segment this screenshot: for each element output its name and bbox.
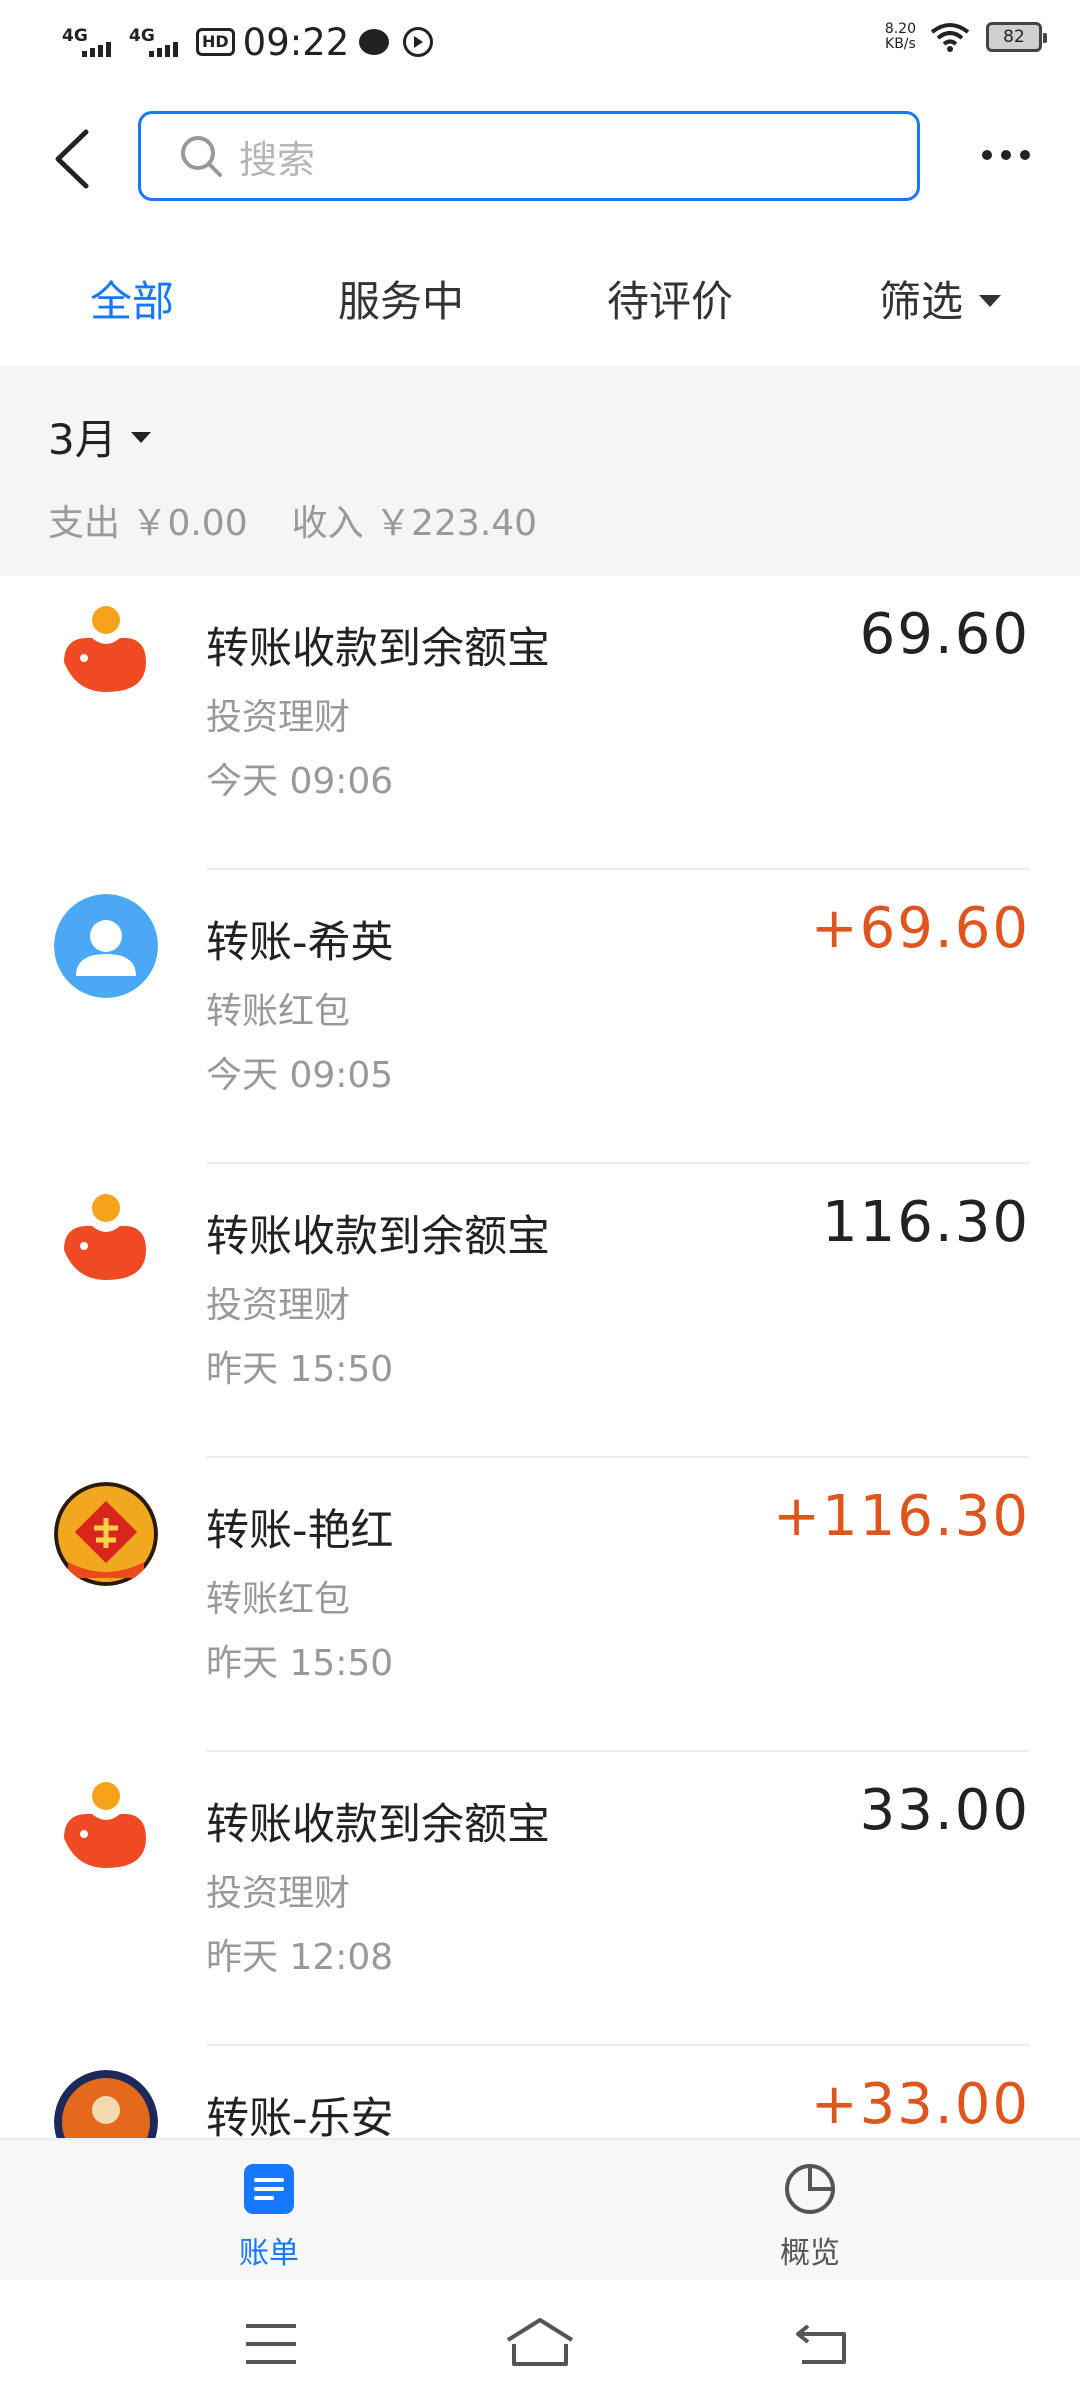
top-bar: 搜索 — [0, 84, 1080, 234]
wifi-icon — [930, 23, 970, 52]
month-label: 3月 — [48, 415, 117, 464]
message-icon — [359, 29, 390, 55]
transaction-category: 转账红包 — [206, 1579, 351, 1620]
tab-all[interactable]: 全部 — [90, 268, 174, 329]
yuebao-logo-icon — [54, 600, 158, 704]
nav-bill-label: 账单 — [239, 2236, 299, 2271]
signal-indicator-1: 4G — [62, 27, 111, 57]
transaction-amount: +116.30 — [773, 1484, 1030, 1549]
transaction-amount: 69.60 — [859, 602, 1030, 667]
system-navigation-bar — [0, 2280, 1080, 2408]
month-totals: 支出 ￥0.00 收入 ￥223.40 — [48, 494, 581, 546]
transaction-category: 投资理财 — [206, 1285, 351, 1326]
yuebao-logo-icon — [54, 1776, 158, 1880]
tab-filter[interactable]: 筛选 — [879, 268, 1002, 329]
filter-label: 筛选 — [879, 277, 964, 326]
list-item[interactable]: 转账-乐安 +33.00 — [0, 2046, 1080, 2138]
transaction-time: 昨天 15:50 — [206, 1349, 394, 1390]
bottom-navigation: 账单 概览 — [0, 2138, 1080, 2280]
pie-chart-icon — [785, 2164, 835, 2214]
back-nav-icon[interactable] — [794, 2322, 850, 2366]
battery-indicator: 82 — [986, 22, 1047, 52]
search-icon — [181, 136, 222, 177]
signal-indicator-2: 4G — [129, 27, 178, 57]
transaction-title: 转账-希英 — [206, 918, 394, 968]
transaction-time: 昨天 12:08 — [206, 1937, 394, 1978]
list-item[interactable]: 转账-艳红 转账红包 昨天 15:50 +116.30 — [0, 1458, 1080, 1752]
nav-bill[interactable]: 账单 — [209, 2162, 329, 2272]
transaction-time: 昨天 15:50 — [206, 1643, 394, 1684]
default-user-avatar — [54, 894, 158, 998]
list-item[interactable]: 转账收款到余额宝 投资理财 昨天 15:50 116.30 — [0, 1164, 1080, 1458]
transaction-category: 投资理财 — [206, 1873, 351, 1914]
yuebao-logo-icon — [54, 1188, 158, 1292]
transaction-amount: +33.00 — [810, 2072, 1030, 2137]
status-bar: 4G 4G HD 09:22 8.20 KB/s 82 — [0, 0, 1080, 84]
list-item[interactable]: 转账收款到余额宝 投资理财 昨天 12:08 33.00 — [0, 1752, 1080, 2046]
month-summary: 3月 支出 ￥0.00 收入 ￥223.40 — [0, 366, 1080, 576]
nav-overview-label: 概览 — [780, 2236, 840, 2271]
income-total: 收入 ￥223.40 — [291, 503, 538, 544]
status-time: 09:22 — [242, 20, 350, 64]
transaction-category: 投资理财 — [206, 697, 351, 738]
filter-tabs: 全部 服务中 待评价 筛选 — [0, 234, 1080, 366]
caret-down-icon — [130, 432, 151, 443]
transaction-title: 转账-乐安 — [206, 2094, 394, 2138]
list-item[interactable]: 转账收款到余额宝 投资理财 今天 09:06 69.60 — [0, 576, 1080, 870]
back-arrow-icon[interactable] — [48, 124, 98, 194]
transaction-list: 转账收款到余额宝 投资理财 今天 09:06 69.60 转账-希英 转账红包 … — [0, 576, 1080, 2138]
month-selector[interactable]: 3月 — [48, 406, 151, 467]
transaction-time: 今天 09:05 — [206, 1055, 394, 1096]
bill-icon — [244, 2164, 294, 2214]
transaction-amount: +69.60 — [810, 896, 1030, 961]
hd-voice-icon: HD — [196, 28, 235, 56]
search-placeholder: 搜索 — [239, 137, 316, 182]
list-item[interactable]: 转账-希英 转账红包 今天 09:05 +69.60 — [0, 870, 1080, 1164]
transaction-category: 转账红包 — [206, 991, 351, 1032]
transaction-title: 转账收款到余额宝 — [206, 1212, 550, 1262]
transaction-time: 今天 09:06 — [206, 761, 394, 802]
expense-total: 支出 ￥0.00 — [48, 503, 248, 544]
transaction-amount: 33.00 — [859, 1778, 1030, 1843]
more-options-icon[interactable] — [982, 150, 1030, 160]
transaction-title: 转账-艳红 — [206, 1506, 394, 1556]
fu-photo-avatar — [54, 1482, 158, 1586]
nav-overview[interactable]: 概览 — [750, 2162, 870, 2272]
user-photo-avatar — [54, 2070, 158, 2138]
menu-icon[interactable] — [244, 2322, 298, 2366]
network-speed: 8.20 KB/s — [884, 21, 916, 52]
transaction-title: 转账收款到余额宝 — [206, 624, 550, 674]
caret-down-icon — [979, 294, 1002, 307]
search-input[interactable]: 搜索 — [138, 111, 920, 201]
transaction-title: 转账收款到余额宝 — [206, 1800, 550, 1850]
tab-to-review[interactable]: 待评价 — [607, 268, 733, 329]
tab-in-service[interactable]: 服务中 — [338, 268, 464, 329]
transaction-amount: 116.30 — [822, 1190, 1030, 1255]
play-icon — [403, 27, 434, 57]
home-icon[interactable] — [504, 2316, 576, 2368]
